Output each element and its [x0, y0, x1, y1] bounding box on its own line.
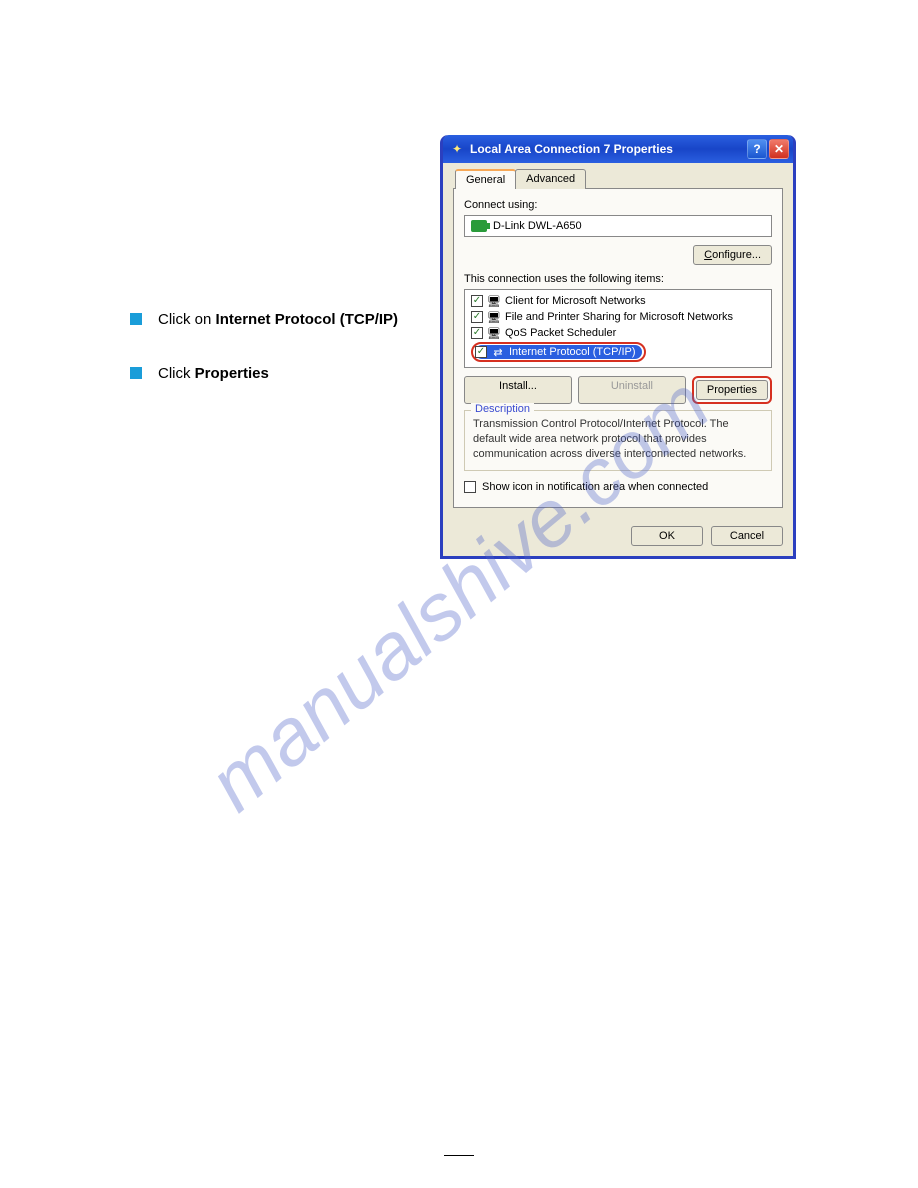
highlight-circle: ✓ ⇄ Internet Protocol (TCP/IP) — [471, 342, 646, 362]
instr2-prefix: Click — [158, 365, 195, 382]
item-fps-label: File and Printer Sharing for Microsoft N… — [505, 311, 733, 323]
show-icon-label: Show icon in notification area when conn… — [482, 481, 708, 493]
network-adapter-icon — [471, 220, 487, 232]
item-client-label: Client for Microsoft Networks — [505, 295, 646, 307]
checkbox-icon[interactable]: ✓ — [471, 295, 483, 307]
page-number — [444, 1155, 474, 1158]
instr1-bold: Internet Protocol (TCP/IP) — [216, 311, 399, 328]
titlebar[interactable]: ✦ Local Area Connection 7 Properties ? ✕ — [443, 135, 793, 163]
show-icon-row[interactable]: ✓ Show icon in notification area when co… — [464, 481, 772, 493]
cancel-button[interactable]: Cancel — [711, 526, 783, 546]
qos-icon: 🖥 — [487, 326, 501, 340]
list-item-fps[interactable]: ✓ 🖥 File and Printer Sharing for Microso… — [469, 309, 767, 325]
uninstall-button: Uninstall — [578, 376, 686, 404]
checkbox-icon[interactable]: ✓ — [471, 311, 483, 323]
device-name: D-Link DWL-A650 — [493, 220, 582, 232]
instruction-1-text: Click on Internet Protocol (TCP/IP) — [158, 310, 398, 330]
checkbox-icon[interactable]: ✓ — [475, 346, 487, 358]
client-icon: 🖥 — [487, 294, 501, 308]
checkbox-icon[interactable]: ✓ — [471, 327, 483, 339]
list-item-qos[interactable]: ✓ 🖥 QoS Packet Scheduler — [469, 325, 767, 341]
instr2-bold: Properties — [195, 365, 269, 382]
properties-button[interactable]: Properties — [696, 380, 768, 400]
dialog-body: General Advanced Connect using: D-Link D… — [443, 163, 793, 518]
tab-panel-general: Connect using: D-Link DWL-A650 Configure… — [453, 188, 783, 508]
description-text: Transmission Control Protocol/Internet P… — [473, 417, 763, 462]
items-label: This connection uses the following items… — [464, 273, 772, 285]
description-title: Description — [471, 403, 534, 415]
description-group: Description Transmission Control Protoco… — [464, 410, 772, 471]
show-icon-checkbox[interactable]: ✓ — [464, 481, 476, 493]
tab-general[interactable]: General — [455, 169, 516, 189]
close-button[interactable]: ✕ — [769, 139, 789, 159]
instruction-item-1: Click on Internet Protocol (TCP/IP) — [130, 310, 420, 330]
configure-label-rest: onfigure... — [712, 249, 761, 261]
instruction-item-2: Click Properties — [130, 364, 420, 384]
item-tcpip-label: Internet Protocol (TCP/IP) — [509, 346, 636, 358]
list-item-tcpip[interactable]: ✓ ⇄ Internet Protocol (TCP/IP) — [475, 345, 642, 359]
instruction-list: Click on Internet Protocol (TCP/IP) Clic… — [130, 310, 420, 417]
highlight-circle-properties: Properties — [692, 376, 772, 404]
properties-dialog: ✦ Local Area Connection 7 Properties ? ✕… — [440, 135, 796, 559]
list-item-client[interactable]: ✓ 🖥 Client for Microsoft Networks — [469, 293, 767, 309]
item-qos-label: QoS Packet Scheduler — [505, 327, 616, 339]
device-field[interactable]: D-Link DWL-A650 — [464, 215, 772, 237]
dialog-footer: OK Cancel — [443, 518, 793, 556]
bullet-icon — [130, 313, 142, 325]
window-title: Local Area Connection 7 Properties — [470, 142, 745, 156]
instruction-2-text: Click Properties — [158, 364, 269, 384]
help-button[interactable]: ? — [747, 139, 767, 159]
bullet-icon — [130, 367, 142, 379]
configure-button[interactable]: Configure... — [693, 245, 772, 265]
share-icon: 🖥 — [487, 310, 501, 324]
ok-button[interactable]: OK — [631, 526, 703, 546]
instr1-prefix: Click on — [158, 311, 216, 328]
list-item-tcpip-wrapper: ✓ ⇄ Internet Protocol (TCP/IP) — [469, 341, 767, 363]
tab-strip: General Advanced — [455, 169, 783, 189]
install-button[interactable]: Install... — [464, 376, 572, 404]
tab-advanced[interactable]: Advanced — [515, 169, 586, 189]
connect-using-label: Connect using: — [464, 199, 772, 211]
window-icon: ✦ — [449, 141, 465, 157]
item-buttons-row: Install... Uninstall Properties — [464, 376, 772, 404]
items-listbox[interactable]: ✓ 🖥 Client for Microsoft Networks ✓ 🖥 Fi… — [464, 289, 772, 368]
protocol-icon: ⇄ — [491, 345, 505, 359]
